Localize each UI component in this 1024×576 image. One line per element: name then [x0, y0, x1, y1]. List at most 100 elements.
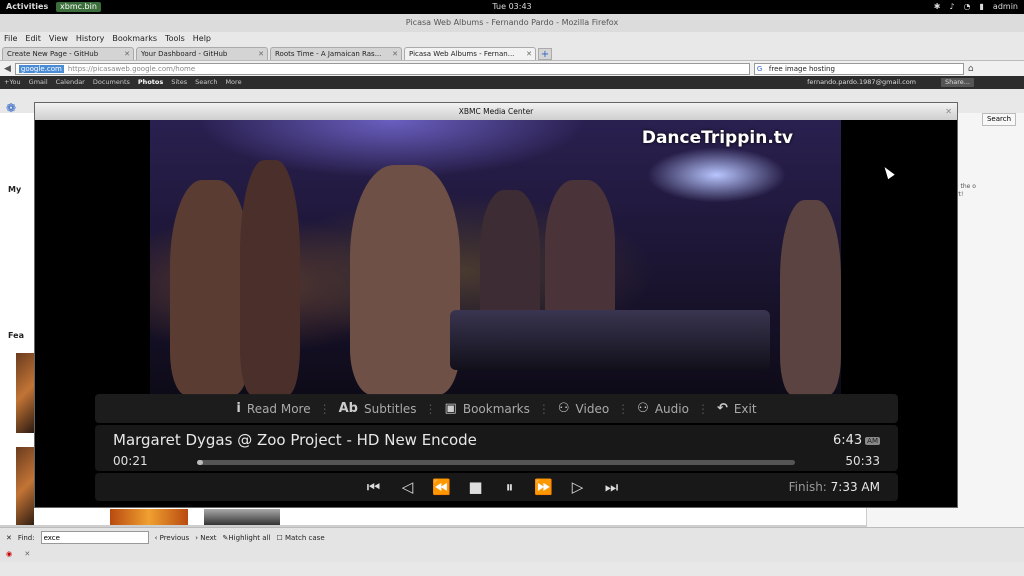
find-next-label: Next	[200, 533, 217, 542]
info-icon: i	[236, 401, 241, 416]
search-engine-icon[interactable]: G	[757, 64, 762, 74]
google-bar-documents[interactable]: Documents	[93, 76, 130, 89]
desktop: Activities xbmc.bin Tue 03:43 ✱ ♪ ◔ ▮ ad…	[0, 0, 1024, 576]
video-settings-button[interactable]: ⚇ Video	[558, 401, 609, 416]
xbmc-title: XBMC Media Center	[458, 107, 534, 116]
separator: ⋮	[537, 401, 550, 416]
finish-value: 7:33 AM	[830, 480, 880, 494]
find-next-button[interactable]: › Next	[195, 534, 216, 542]
menu-view[interactable]: View	[49, 32, 68, 46]
video-figure	[350, 165, 460, 395]
google-bar-more[interactable]: More	[225, 76, 241, 89]
addon-icon[interactable]: ◉	[6, 550, 12, 558]
album-thumbnail[interactable]	[16, 447, 34, 527]
account-email[interactable]: fernando.pardo.1987@gmail.com	[807, 76, 916, 89]
url-text: https://picasaweb.google.com/home	[67, 64, 196, 73]
close-icon[interactable]: ✕	[392, 48, 398, 60]
xbmc-titlebar: XBMC Media Center ✕	[35, 103, 957, 120]
home-icon[interactable]: ⌂	[968, 64, 974, 74]
status-close-icon[interactable]: ✕	[24, 550, 30, 558]
subtitles-button[interactable]: Ab Subtitles	[339, 401, 417, 416]
find-close-icon[interactable]: ✕	[6, 534, 12, 542]
previous-button[interactable]: ◁	[397, 477, 418, 497]
tab-picasa[interactable]: Picasa Web Albums - Fernan... ✕	[404, 47, 536, 60]
transport-controls: ⏮ ◁ ⏪ ■ ⏸ ⏩ ▷ ⏭ Finish: 7:33 AM	[95, 473, 898, 501]
find-previous-button[interactable]: ‹ Previous	[155, 534, 190, 542]
now-playing-title: Margaret Dygas @ Zoo Project - HD New En…	[113, 431, 477, 449]
featured-heading: Fea	[8, 331, 24, 340]
match-case-checkbox[interactable]: ☐ Match case	[276, 534, 324, 542]
match-case-label: Match case	[284, 533, 325, 542]
osd-menu-bar: i Read More ⋮ Ab Subtitles ⋮ ▣ Bookmarks ⋮ …	[95, 394, 898, 423]
xbmc-window: XBMC Media Center ✕ DanceTrippin.tv i Rea…	[34, 102, 958, 508]
total-time: 50:33	[845, 454, 880, 468]
pause-button[interactable]: ⏸	[499, 477, 520, 497]
rewind-button[interactable]: ⏪	[431, 477, 452, 497]
album-thumbnail[interactable]	[204, 509, 280, 525]
wifi-icon[interactable]: ◔	[964, 0, 971, 14]
close-icon[interactable]: ✕	[124, 48, 130, 60]
tab-github-dashboard[interactable]: Your Dashboard - GitHub ✕	[136, 47, 268, 60]
tab-label: Create New Page - GitHub	[7, 50, 99, 58]
next-button[interactable]: ▷	[567, 477, 588, 497]
google-bar-search[interactable]: Search	[195, 76, 217, 89]
album-thumbnail[interactable]	[110, 509, 188, 525]
video-frame[interactable]: DanceTrippin.tv	[150, 120, 841, 395]
album-thumbnail[interactable]	[16, 353, 34, 433]
menu-help[interactable]: Help	[193, 32, 211, 46]
video-figure	[780, 200, 841, 395]
video-settings-icon: ⚇	[557, 401, 570, 416]
google-bar: +You Gmail Calendar Documents Photos Sit…	[0, 76, 1024, 89]
close-icon[interactable]: ✕	[526, 48, 532, 60]
user-menu[interactable]: admin	[993, 0, 1018, 14]
bookmark-icon: ▣	[444, 401, 457, 416]
google-bar-sites[interactable]: Sites	[171, 76, 187, 89]
web-search-input[interactable]: Gfree image hosting	[753, 62, 964, 75]
google-bar-you[interactable]: +You	[4, 76, 21, 89]
close-icon[interactable]: ✕	[258, 48, 264, 60]
battery-icon[interactable]: ▮	[980, 0, 984, 14]
finish-label: Finish:	[788, 480, 827, 494]
share-button[interactable]: Share...	[941, 78, 974, 87]
current-time: 6:43 AM	[833, 433, 880, 448]
separator: ⋮	[424, 401, 437, 416]
skip-forward-button[interactable]: ⏭	[601, 477, 622, 497]
tab-label: Picasa Web Albums - Fernan...	[409, 50, 515, 58]
bluetooth-icon[interactable]: ✱	[934, 0, 941, 14]
back-icon[interactable]: ◀	[4, 64, 11, 74]
audio-settings-icon: ⚇	[637, 401, 649, 416]
menu-file[interactable]: File	[4, 32, 17, 46]
stop-button[interactable]: ■	[465, 477, 486, 497]
tab-github-new-page[interactable]: Create New Page - GitHub ✕	[2, 47, 134, 60]
finish-time: Finish: 7:33 AM	[789, 480, 880, 494]
fast-forward-button[interactable]: ⏩	[533, 477, 554, 497]
search-value: free image hosting	[768, 64, 835, 73]
watermark: DanceTrippin.tv	[641, 128, 793, 148]
google-bar-gmail[interactable]: Gmail	[29, 76, 48, 89]
new-tab-button[interactable]: +	[538, 48, 552, 60]
system-clock[interactable]: Tue 03:43	[0, 0, 1024, 14]
read-more-button[interactable]: i Read More	[236, 401, 310, 416]
photo-search-button[interactable]: Search	[982, 113, 1016, 126]
menu-bookmarks[interactable]: Bookmarks	[112, 32, 157, 46]
skip-back-button[interactable]: ⏮	[363, 477, 384, 497]
tab-roots-time[interactable]: Roots Time - A Jamaican Ras... ✕	[270, 47, 402, 60]
identity-badge[interactable]: google.com	[18, 64, 64, 73]
google-bar-calendar[interactable]: Calendar	[56, 76, 85, 89]
subtitles-icon: Ab	[338, 401, 358, 416]
menu-edit[interactable]: Edit	[25, 32, 41, 46]
google-bar-photos[interactable]: Photos	[138, 76, 163, 89]
volume-icon[interactable]: ♪	[949, 0, 954, 14]
highlight-all-label: Highlight all	[228, 533, 271, 542]
url-bar[interactable]: google.com https://picasaweb.google.com/h…	[14, 62, 750, 75]
menu-history[interactable]: History	[76, 32, 104, 46]
audio-settings-button[interactable]: ⚇ Audio	[637, 401, 689, 416]
menu-tools[interactable]: Tools	[165, 32, 185, 46]
seek-bar[interactable]	[197, 460, 795, 465]
find-input[interactable]	[40, 531, 149, 544]
exit-button[interactable]: ↶ Exit	[717, 401, 757, 416]
highlight-all-button[interactable]: ✎Highlight all	[223, 534, 271, 542]
bookmarks-button[interactable]: ▣ Bookmarks	[445, 401, 530, 416]
my-photos-heading: My	[8, 185, 22, 194]
close-icon[interactable]: ✕	[945, 103, 952, 120]
